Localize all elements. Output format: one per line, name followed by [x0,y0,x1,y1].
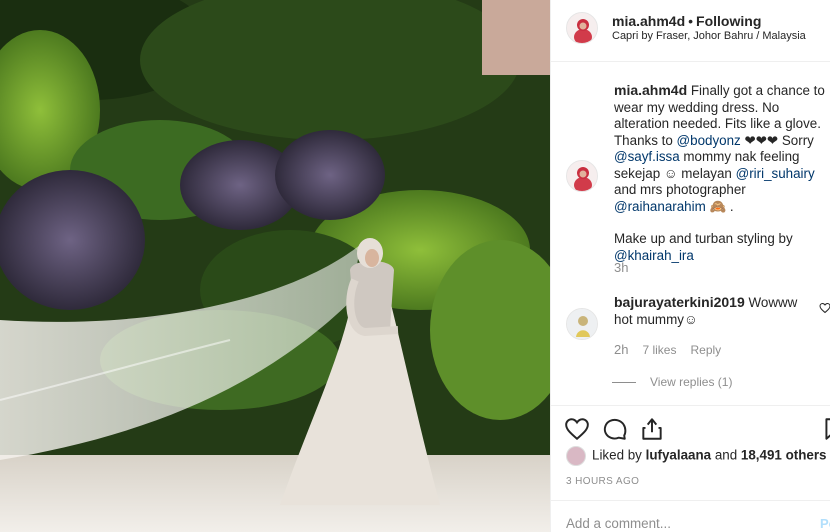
comment-like-heart-icon[interactable] [819,302,830,314]
caption-text-6: Make up and turban styling by [614,231,793,246]
bride-photo-illustration [0,0,550,532]
comment-item: bajurayaterkini2019 Wowww hot mummy☺ [614,294,819,328]
comment-icon[interactable] [602,416,628,442]
separator-dot: • [688,13,694,29]
caption-text-5: 🙈 . [705,198,734,214]
comment-meta: 2h 7 likes Reply [614,342,735,357]
mention-bodyonz[interactable]: @bodyonz [677,133,741,148]
bookmark-icon[interactable] [821,416,830,442]
likes-line[interactable]: Liked by lufyalaana and 18,491 others [566,446,827,466]
comments-section[interactable]: mia.ahm4d Finally got a chance to wear m… [551,62,830,405]
mention-sayf-issa[interactable]: @sayf.issa [614,149,680,164]
caption-gap [614,215,830,231]
caption-avatar[interactable] [566,160,598,192]
commenter-username[interactable]: bajurayaterkini2019 [614,294,745,310]
posted-timestamp[interactable]: 3 HOURS AGO [566,476,639,487]
mention-raihanarahim[interactable]: @raihanarahim [614,199,706,214]
post-location[interactable]: Capri by Fraser, Johor Bahru / Malaysia [612,30,806,42]
comment-likes[interactable]: 7 likes [642,343,676,357]
post-comment-button[interactable]: Po [820,516,830,531]
post-photo[interactable] [0,0,550,532]
post-caption: mia.ahm4d Finally got a chance to wear m… [614,82,830,264]
liker-avatar[interactable] [566,446,586,466]
author-avatar-image [567,13,597,43]
author-username[interactable]: mia.ahm4d [612,13,685,29]
caption-text-4: and mrs photographer [614,182,746,197]
commenter-avatar-image [567,309,597,339]
likes-middle: and [711,447,741,463]
author-avatar[interactable] [566,12,598,44]
share-icon[interactable] [639,416,665,442]
likes-count[interactable]: 18,491 others [741,448,827,463]
replies-line [612,382,636,384]
following-button[interactable]: Following [696,13,761,29]
add-comment-input[interactable]: Add a comment... [566,516,671,531]
post-header: mia.ahm4d • Following Capri by Fraser, Joh… [551,0,830,62]
comment-timestamp[interactable]: 2h [614,342,628,357]
heart-icon[interactable] [564,416,590,442]
mention-riri-suhairy[interactable]: @riri_suhairy [736,166,815,181]
caption-timestamp[interactable]: 3h [614,260,628,275]
post-side-panel: mia.ahm4d • Following Capri by Fraser, Joh… [550,0,830,532]
commenter-avatar[interactable] [566,308,598,340]
reply-button[interactable]: Reply [690,343,721,357]
header-user-line: mia.ahm4d • Following [612,13,761,29]
caption-text-2: ❤︎❤︎❤︎ Sorry [740,132,814,148]
caption-avatar-image [567,161,597,191]
likes-prefix: Liked by [592,447,646,463]
view-replies-button[interactable]: View replies (1) [612,375,732,389]
add-comment-bar: Add a comment... Po [551,500,830,532]
caption-username[interactable]: mia.ahm4d [614,82,687,98]
liker-username[interactable]: lufyalaana [646,448,712,463]
view-replies-label: View replies (1) [650,375,733,389]
action-bar [551,405,830,445]
